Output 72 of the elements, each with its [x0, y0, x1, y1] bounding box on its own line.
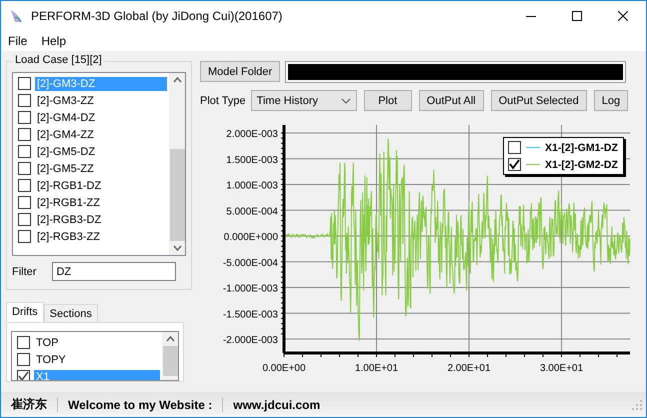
checkbox[interactable]: [18, 230, 31, 243]
checkbox[interactable]: [18, 77, 31, 90]
y-tick-label: 1.000E-003: [226, 180, 278, 192]
checkbox[interactable]: [18, 128, 31, 141]
y-tick-label: 5.000E-004: [226, 206, 278, 218]
resize-grip-icon[interactable]: [632, 400, 642, 410]
scrollbar[interactable]: [162, 332, 178, 380]
x-tick-label: 0.00E+00: [262, 363, 306, 374]
checkbox[interactable]: [18, 196, 31, 209]
tab[interactable]: Drifts: [6, 302, 44, 322]
path-field[interactable]: [286, 62, 626, 82]
scroll-up-icon[interactable]: [166, 336, 174, 342]
scroll-down-icon[interactable]: [172, 245, 182, 251]
maximize-icon: [572, 11, 582, 21]
x-tick-label: 1.00E+01: [354, 363, 398, 374]
check-icon: [509, 159, 520, 170]
caret-icon: [340, 98, 351, 104]
status-text: 崔济东: [10, 396, 48, 413]
plot-type-dropdown[interactable]: Time History: [250, 90, 357, 111]
checkbox[interactable]: [17, 370, 30, 380]
list-item[interactable]: [2]-RGB3-ZZ: [35, 230, 167, 244]
checkbox[interactable]: [18, 213, 31, 226]
model-folder-button[interactable]: Model Folder: [200, 61, 280, 82]
checkbox[interactable]: [18, 179, 31, 192]
list-item[interactable]: [2]-GM4-ZZ: [35, 128, 167, 142]
scroll-up-icon[interactable]: [172, 77, 182, 83]
checkbox[interactable]: [18, 162, 31, 175]
menu-item[interactable]: File: [8, 34, 28, 48]
toolbar-button[interactable]: Log: [594, 90, 628, 111]
legend-label: X1-[2]-GM1-DZ: [545, 142, 618, 154]
list-item[interactable]: [2]-GM5-ZZ: [35, 162, 167, 176]
x-tick-label: 2.00E+01: [447, 363, 491, 374]
status-text: www.jdcui.com: [222, 398, 330, 412]
checkbox[interactable]: [17, 336, 30, 349]
list-item[interactable]: [2]-RGB1-ZZ: [35, 196, 167, 210]
plot-type-label: Plot Type: [200, 94, 246, 106]
toolbar-button[interactable]: OutPut Selected: [490, 90, 587, 111]
y-tick-label: 1.500E-003: [226, 154, 278, 166]
menu-item[interactable]: Help: [41, 34, 66, 48]
filter-field[interactable]: DZ: [52, 262, 176, 281]
checkbox[interactable]: [18, 94, 31, 107]
window-title: PERFORM-3D Global (by JiDong Cui)(201607): [31, 9, 282, 23]
checkbox[interactable]: [17, 353, 30, 366]
y-tick-label: -5.000E-004: [222, 258, 278, 269]
legend-checkbox[interactable]: [508, 158, 521, 171]
y-tick-label: -2.000E-003: [222, 335, 278, 346]
list-item[interactable]: [2]-RGB3-DZ: [35, 212, 167, 226]
list-item[interactable]: TOP: [34, 336, 160, 350]
list-item[interactable]: [2]-GM3-ZZ: [35, 94, 167, 108]
close-icon: [618, 11, 628, 21]
group-title: Load Case [15][2]: [13, 54, 104, 66]
x-tick-label: 3.00E+01: [540, 363, 584, 374]
list-item[interactable]: [2]-RGB1-DZ: [35, 178, 167, 192]
status-text: Welcome to my Website :: [57, 398, 222, 412]
y-tick-label: 0.000E+000: [224, 232, 278, 243]
filter-label: Filter: [12, 266, 36, 278]
list-item[interactable]: [2]-GM5-DZ: [35, 144, 167, 158]
list-item[interactable]: TOPY: [34, 352, 160, 366]
toolbar-button[interactable]: Plot: [364, 90, 412, 111]
checkbox[interactable]: [18, 145, 31, 158]
scrollbar[interactable]: [169, 73, 185, 255]
y-tick-label: -1.500E-003: [222, 309, 278, 320]
tab[interactable]: Sections: [44, 304, 98, 322]
legend-checkbox[interactable]: [508, 141, 521, 154]
legend-label: X1-[2]-GM2-DZ: [545, 158, 618, 170]
app-icon: [8, 8, 24, 24]
checkbox[interactable]: [18, 111, 31, 124]
y-tick-label: -1.000E-003: [222, 284, 278, 294]
toolbar-button[interactable]: OutPut All: [418, 90, 484, 111]
list-item[interactable]: [2]-GM4-DZ: [35, 110, 167, 124]
check-icon: [18, 371, 29, 380]
y-tick-label: 2.000E-003: [226, 129, 278, 140]
